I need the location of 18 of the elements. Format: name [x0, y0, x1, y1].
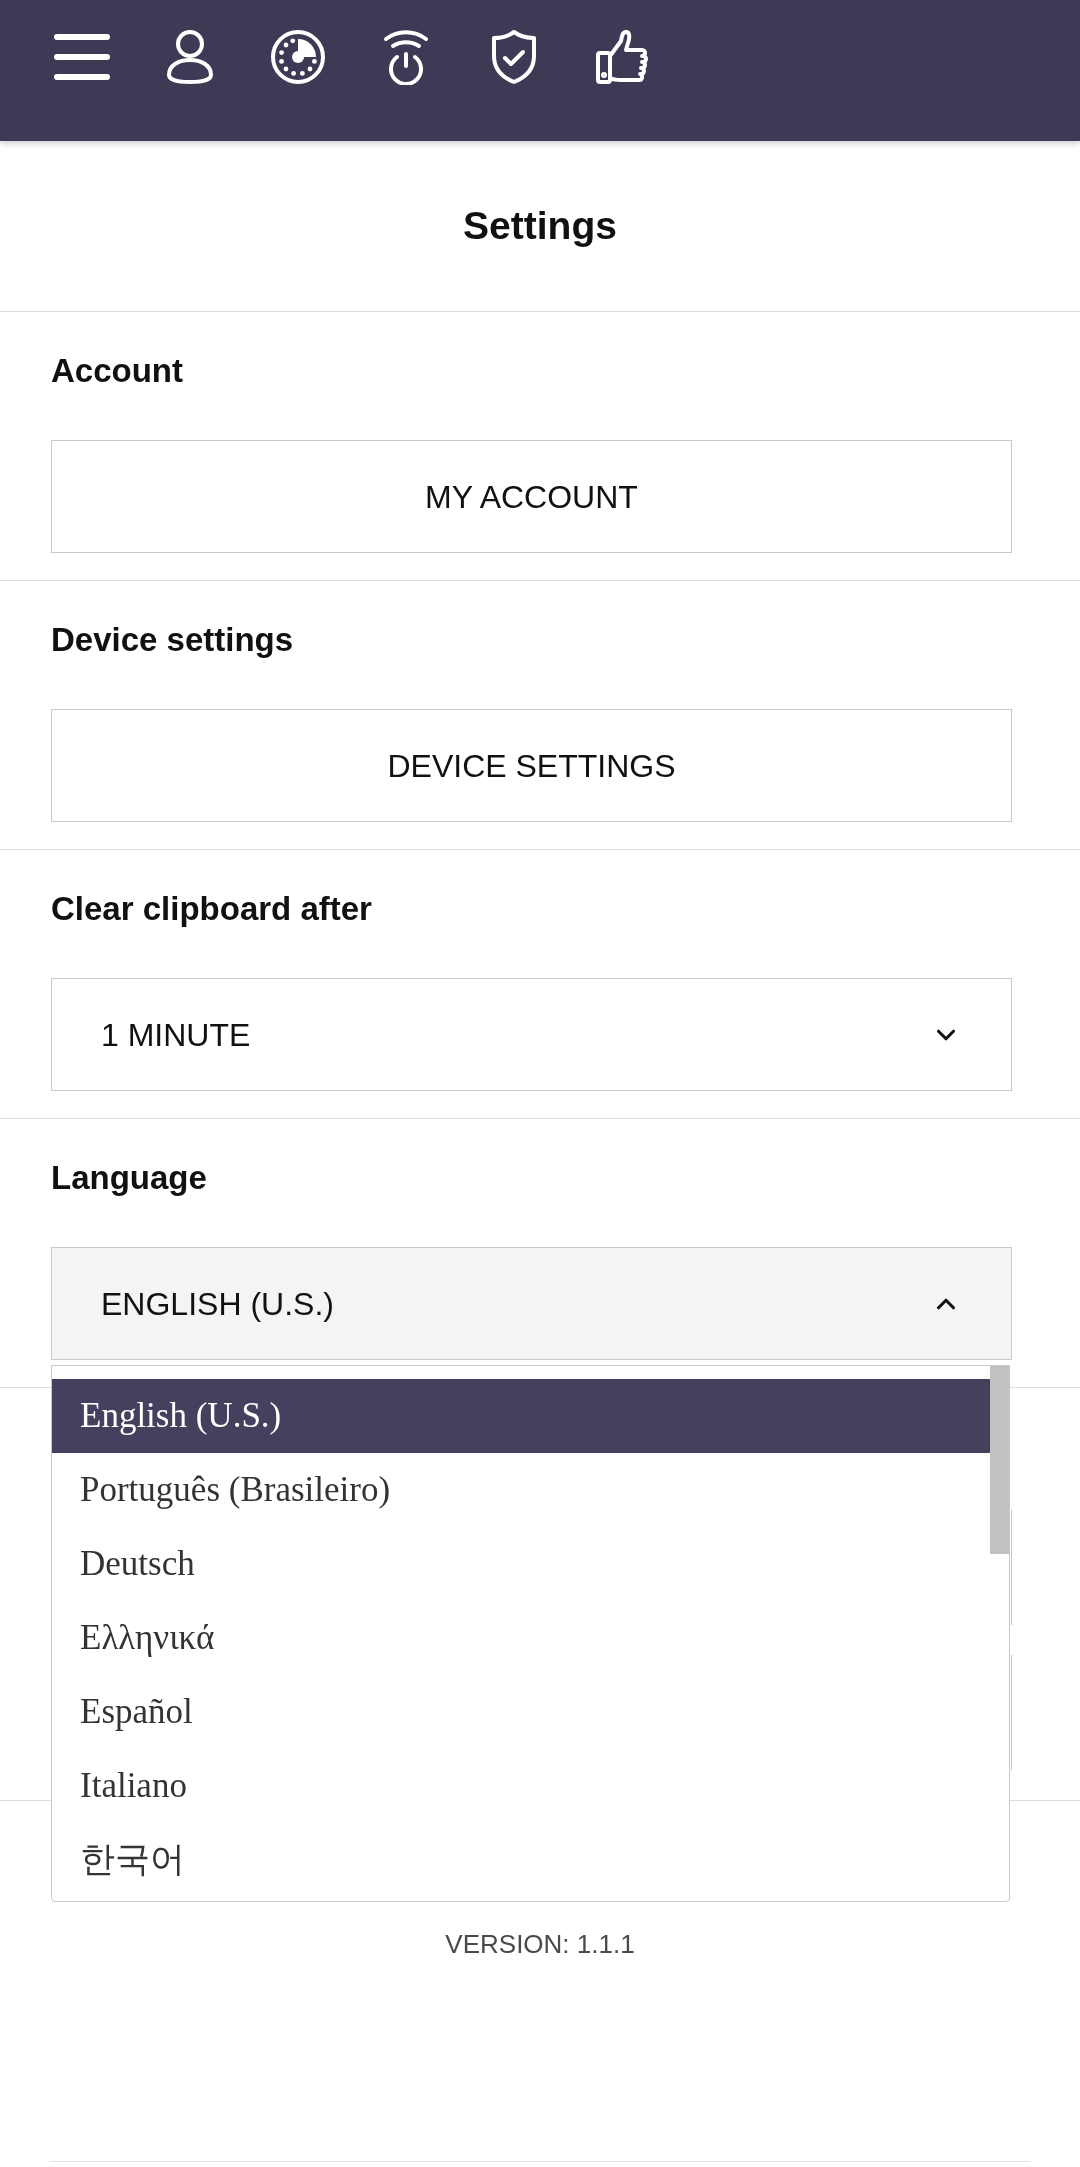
- section-button[interactable]: DEVICE SETTINGS: [51, 709, 1012, 822]
- shield-check-icon[interactable]: [490, 29, 538, 85]
- thumbs-up-icon[interactable]: [595, 29, 649, 85]
- section-button[interactable]: MY ACCOUNT: [51, 440, 1012, 553]
- power-signal-icon[interactable]: [383, 29, 429, 85]
- section-label: Account: [51, 351, 183, 391]
- dropdown-select[interactable]: 1 MINUTE: [51, 978, 1012, 1091]
- scrollbar-thumb[interactable]: [990, 1366, 1009, 1554]
- section-label: Device settings: [51, 620, 294, 660]
- version-label: VERSION: 1.1.1: [445, 1928, 635, 1961]
- menu-icon[interactable]: [54, 34, 110, 80]
- dropdown-select[interactable]: ENGLISH (U.S.): [51, 1247, 1012, 1360]
- section-label: Clear clipboard after: [51, 889, 372, 929]
- language-option[interactable]: English (U.S.): [52, 1379, 990, 1453]
- page-title: Settings: [463, 202, 617, 249]
- user-icon[interactable]: [166, 29, 214, 85]
- dial-icon[interactable]: [270, 29, 326, 85]
- section-label: Language: [51, 1158, 207, 1198]
